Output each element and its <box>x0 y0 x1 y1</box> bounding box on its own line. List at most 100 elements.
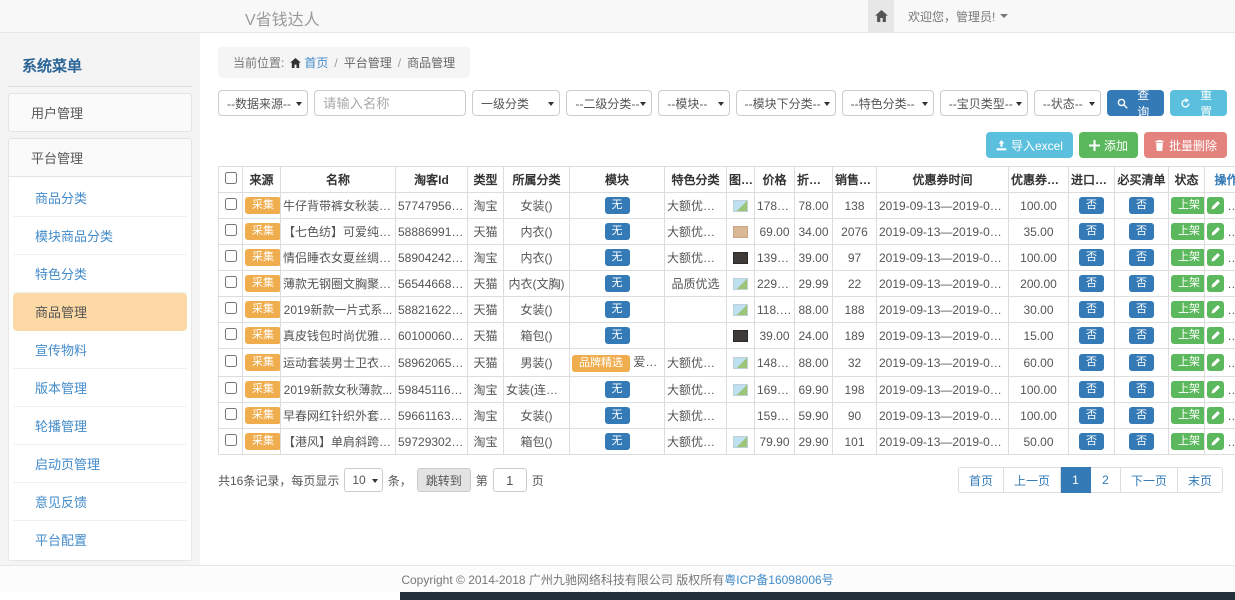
status-badge[interactable]: 上架 <box>1171 354 1205 371</box>
user-menu[interactable]: 欢迎您，管理员! <box>894 0 1022 32</box>
sidebar-item-promo-material[interactable]: 宣传物料 <box>13 331 187 369</box>
last-page-button[interactable]: 末页 <box>1178 467 1223 493</box>
row-checkbox[interactable] <box>225 382 237 394</box>
search-button[interactable]: 查询 <box>1107 90 1164 116</box>
status-select[interactable]: --状态-- <box>1034 90 1102 116</box>
row-checkbox[interactable] <box>225 198 237 210</box>
edit-button[interactable] <box>1207 301 1224 318</box>
jump-page-input[interactable] <box>493 468 527 492</box>
sidebar-item-user-mgmt[interactable]: 用户管理 <box>8 93 192 132</box>
status-badge[interactable]: 上架 <box>1171 197 1205 214</box>
imported-toggle[interactable]: 否 <box>1079 197 1104 214</box>
imported-toggle[interactable]: 否 <box>1079 249 1104 266</box>
row-checkbox[interactable] <box>225 355 237 367</box>
sidebar-item-version-mgmt[interactable]: 版本管理 <box>13 369 187 407</box>
import-excel-button[interactable]: 导入excel <box>986 132 1073 158</box>
must-buy-toggle[interactable]: 否 <box>1129 249 1154 266</box>
add-button[interactable]: 添加 <box>1079 132 1138 158</box>
must-buy-toggle[interactable]: 否 <box>1129 301 1154 318</box>
imported-toggle[interactable]: 否 <box>1079 407 1104 424</box>
status-badge[interactable]: 上架 <box>1171 433 1205 450</box>
sidebar-item-feature-category[interactable]: 特色分类 <box>13 255 187 293</box>
edit-button[interactable] <box>1207 223 1224 240</box>
must-buy-toggle[interactable]: 否 <box>1129 275 1154 292</box>
imported-toggle[interactable]: 否 <box>1079 223 1104 240</box>
breadcrumb-product[interactable]: 商品管理 <box>407 54 455 71</box>
sidebar-item-product-mgmt[interactable]: 商品管理 <box>13 293 187 331</box>
must-buy-toggle[interactable]: 否 <box>1129 197 1154 214</box>
name-search-input[interactable] <box>314 90 466 116</box>
home-button[interactable] <box>868 0 894 32</box>
status-badge[interactable]: 上架 <box>1171 249 1205 266</box>
edit-button[interactable] <box>1207 197 1224 214</box>
sidebar-item-splash-mgmt[interactable]: 启动页管理 <box>13 445 187 483</box>
prev-page-button[interactable]: 上一页 <box>1004 467 1061 493</box>
delete-button[interactable] <box>1230 249 1235 266</box>
edit-button[interactable] <box>1207 407 1224 424</box>
delete-button[interactable] <box>1230 381 1235 398</box>
edit-button[interactable] <box>1207 327 1224 344</box>
delete-button[interactable] <box>1230 354 1235 371</box>
category1-select[interactable]: 一级分类 <box>472 90 560 116</box>
module-sub-select[interactable]: --模块下分类-- <box>736 90 836 116</box>
sidebar-item-platform-config[interactable]: 平台配置 <box>13 521 187 558</box>
status-badge[interactable]: 上架 <box>1171 275 1205 292</box>
imported-toggle[interactable]: 否 <box>1079 354 1104 371</box>
status-badge[interactable]: 上架 <box>1171 407 1205 424</box>
imported-toggle[interactable]: 否 <box>1079 433 1104 450</box>
reset-button[interactable]: 重置 <box>1170 90 1227 116</box>
delete-button[interactable] <box>1230 275 1235 292</box>
category2-select[interactable]: --二级分类-- <box>566 90 652 116</box>
delete-button[interactable] <box>1230 301 1235 318</box>
row-checkbox[interactable] <box>225 224 237 236</box>
sidebar-item-carousel-mgmt[interactable]: 轮播管理 <box>13 407 187 445</box>
must-buy-toggle[interactable]: 否 <box>1129 223 1154 240</box>
delete-button[interactable] <box>1230 223 1235 240</box>
breadcrumb-home-link[interactable]: 首页 <box>290 54 328 71</box>
sidebar-item-product-category[interactable]: 商品分类 <box>13 179 187 217</box>
feature-category-select[interactable]: --特色分类-- <box>842 90 934 116</box>
first-page-button[interactable]: 首页 <box>958 467 1004 493</box>
status-badge[interactable]: 上架 <box>1171 301 1205 318</box>
must-buy-toggle[interactable]: 否 <box>1129 433 1154 450</box>
edit-button[interactable] <box>1207 275 1224 292</box>
per-page-select[interactable]: 10 <box>344 468 382 492</box>
select-all-checkbox[interactable] <box>225 172 237 184</box>
must-buy-toggle[interactable]: 否 <box>1129 407 1154 424</box>
status-badge[interactable]: 上架 <box>1171 327 1205 344</box>
must-buy-toggle[interactable]: 否 <box>1129 327 1154 344</box>
edit-button[interactable] <box>1207 249 1224 266</box>
imported-toggle[interactable]: 否 <box>1079 327 1104 344</box>
imported-toggle[interactable]: 否 <box>1079 301 1104 318</box>
batch-delete-button[interactable]: 批量删除 <box>1144 132 1227 158</box>
page-2-button[interactable]: 2 <box>1091 467 1121 493</box>
row-checkbox[interactable] <box>225 276 237 288</box>
must-buy-toggle[interactable]: 否 <box>1129 381 1154 398</box>
imported-toggle[interactable]: 否 <box>1079 275 1104 292</box>
status-badge[interactable]: 上架 <box>1171 381 1205 398</box>
delete-button[interactable] <box>1230 197 1235 214</box>
delete-button[interactable] <box>1230 433 1235 450</box>
row-checkbox[interactable] <box>225 302 237 314</box>
item-type-select[interactable]: --宝贝类型-- <box>940 90 1028 116</box>
delete-button[interactable] <box>1230 327 1235 344</box>
edit-button[interactable] <box>1207 354 1224 371</box>
data-source-select[interactable]: --数据来源-- <box>218 90 308 116</box>
row-checkbox[interactable] <box>225 328 237 340</box>
jump-button[interactable]: 跳转到 <box>417 468 471 492</box>
imported-toggle[interactable]: 否 <box>1079 381 1104 398</box>
row-checkbox[interactable] <box>225 434 237 446</box>
row-checkbox[interactable] <box>225 250 237 262</box>
sidebar-item-module-product-category[interactable]: 模块商品分类 <box>13 217 187 255</box>
next-page-button[interactable]: 下一页 <box>1121 467 1178 493</box>
sidebar-item-feedback[interactable]: 意见反馈 <box>13 483 187 521</box>
module-select[interactable]: --模块-- <box>658 90 729 116</box>
icp-link[interactable]: 粤ICP备16098006号 <box>724 571 833 588</box>
status-badge[interactable]: 上架 <box>1171 223 1205 240</box>
edit-button[interactable] <box>1207 433 1224 450</box>
delete-button[interactable] <box>1230 407 1235 424</box>
row-checkbox[interactable] <box>225 408 237 420</box>
breadcrumb-platform[interactable]: 平台管理 <box>344 54 392 71</box>
must-buy-toggle[interactable]: 否 <box>1129 354 1154 371</box>
page-1-button[interactable]: 1 <box>1061 467 1091 493</box>
